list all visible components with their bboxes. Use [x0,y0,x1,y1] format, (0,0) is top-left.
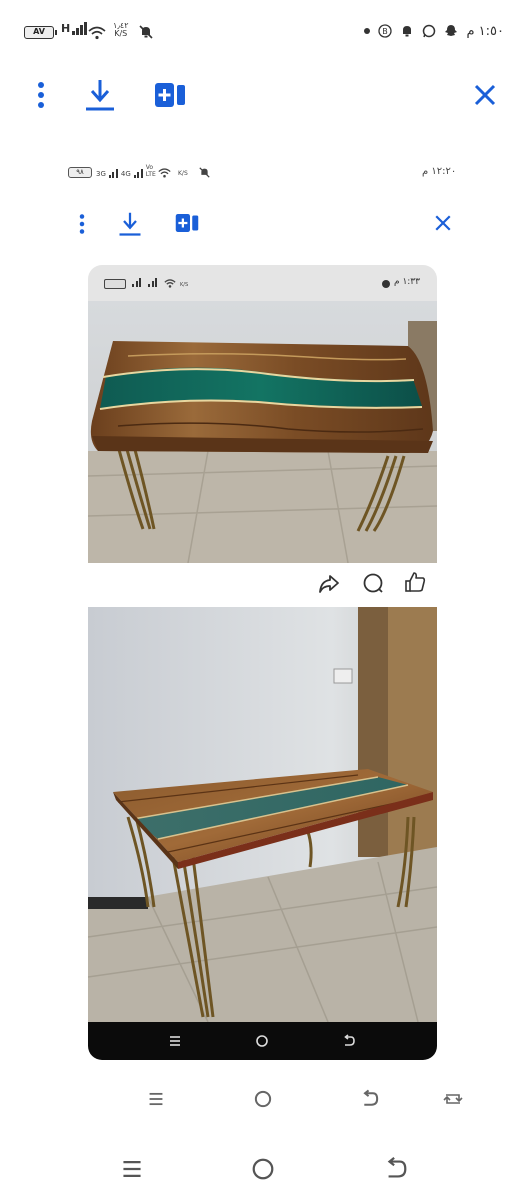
like-icon[interactable] [404,571,426,593]
rotate-icon[interactable] [442,1089,464,1109]
battery-icon: AV [24,26,57,39]
back-icon[interactable] [342,1034,356,1048]
snapchat-icon [445,25,457,36]
phone-nav-bar [88,1022,437,1060]
download-icon[interactable] [84,78,116,112]
phone-status-time: ١:٣٣ م [394,277,420,287]
speed-unit: K/S [180,282,189,288]
back-icon[interactable] [360,1089,380,1109]
back-icon[interactable] [383,1156,409,1182]
inner-viewer-toolbar [0,205,526,241]
signal-bars-icon [108,169,118,178]
phone-screenshot: K/S ١:٣٣ م [88,265,437,1060]
speed-unit: K/S [114,29,128,38]
signal-icons: 3G 4G Vo LTE [96,164,160,178]
home-icon[interactable] [253,1089,273,1109]
dot-icon [364,28,370,34]
close-icon[interactable] [473,83,497,107]
menu-icon[interactable] [147,1090,165,1108]
close-icon[interactable] [434,214,452,232]
post-actions [88,563,437,605]
signal-bars-icon [132,278,141,287]
photo-table-top[interactable] [88,301,437,563]
add-to-device-icon[interactable] [175,213,199,233]
inner-bottom-nav [0,1082,526,1116]
inner-status-bar: ٩٨ 3G 4G Vo LTE K/S ١٢:٢٠ م [0,160,526,186]
table-photo-2 [88,607,437,1022]
whatsapp-icon [422,24,436,38]
add-to-device-icon[interactable] [154,82,186,108]
menu-icon[interactable] [120,1157,144,1181]
viewer-toolbar [0,72,526,120]
mute-icon [139,25,153,39]
network-type-label: 4G [120,170,131,178]
download-icon[interactable] [118,211,142,237]
signal-bars-icon [133,169,143,178]
wifi-icon [88,26,106,40]
phone-status-bar: K/S ١:٣٣ م [88,265,437,301]
signal-icon: H [61,22,87,35]
bell-icon [403,26,411,37]
photo-table-angle[interactable] [88,607,437,1022]
dot-icon [382,280,390,288]
network-type-label: 3G [96,170,106,178]
home-icon[interactable] [255,1034,269,1048]
inner-status-time: ١٢:٢٠ م [422,166,457,177]
menu-icon[interactable] [168,1034,182,1048]
svg-text:B: B [382,27,388,36]
more-icon[interactable] [33,80,49,110]
mute-icon [199,167,210,178]
status-time: ١:٥٠ م [466,24,504,39]
wifi-icon [164,279,176,288]
notification-icons: B [364,24,458,38]
signal-bars-icon [148,278,157,287]
comment-icon[interactable] [362,572,384,594]
battery-icon [104,279,126,289]
share-icon[interactable] [318,573,340,595]
network-type-label: H [61,22,71,35]
status-bar: AV H ١٫٤٢ K/S B ١:٥٠ م [0,0,526,68]
battery-icon: ٩٨ [68,167,92,178]
network-speed: ١٫٤٢ K/S [113,22,129,38]
signal-bars-icon [72,22,87,35]
home-icon[interactable] [250,1156,276,1182]
speed-unit: K/S [178,170,188,177]
more-icon[interactable] [76,212,88,236]
table-photo-1 [88,301,437,563]
wifi-icon [158,168,171,178]
system-nav-bar [0,1148,526,1190]
b-circle-icon: B [378,24,392,38]
